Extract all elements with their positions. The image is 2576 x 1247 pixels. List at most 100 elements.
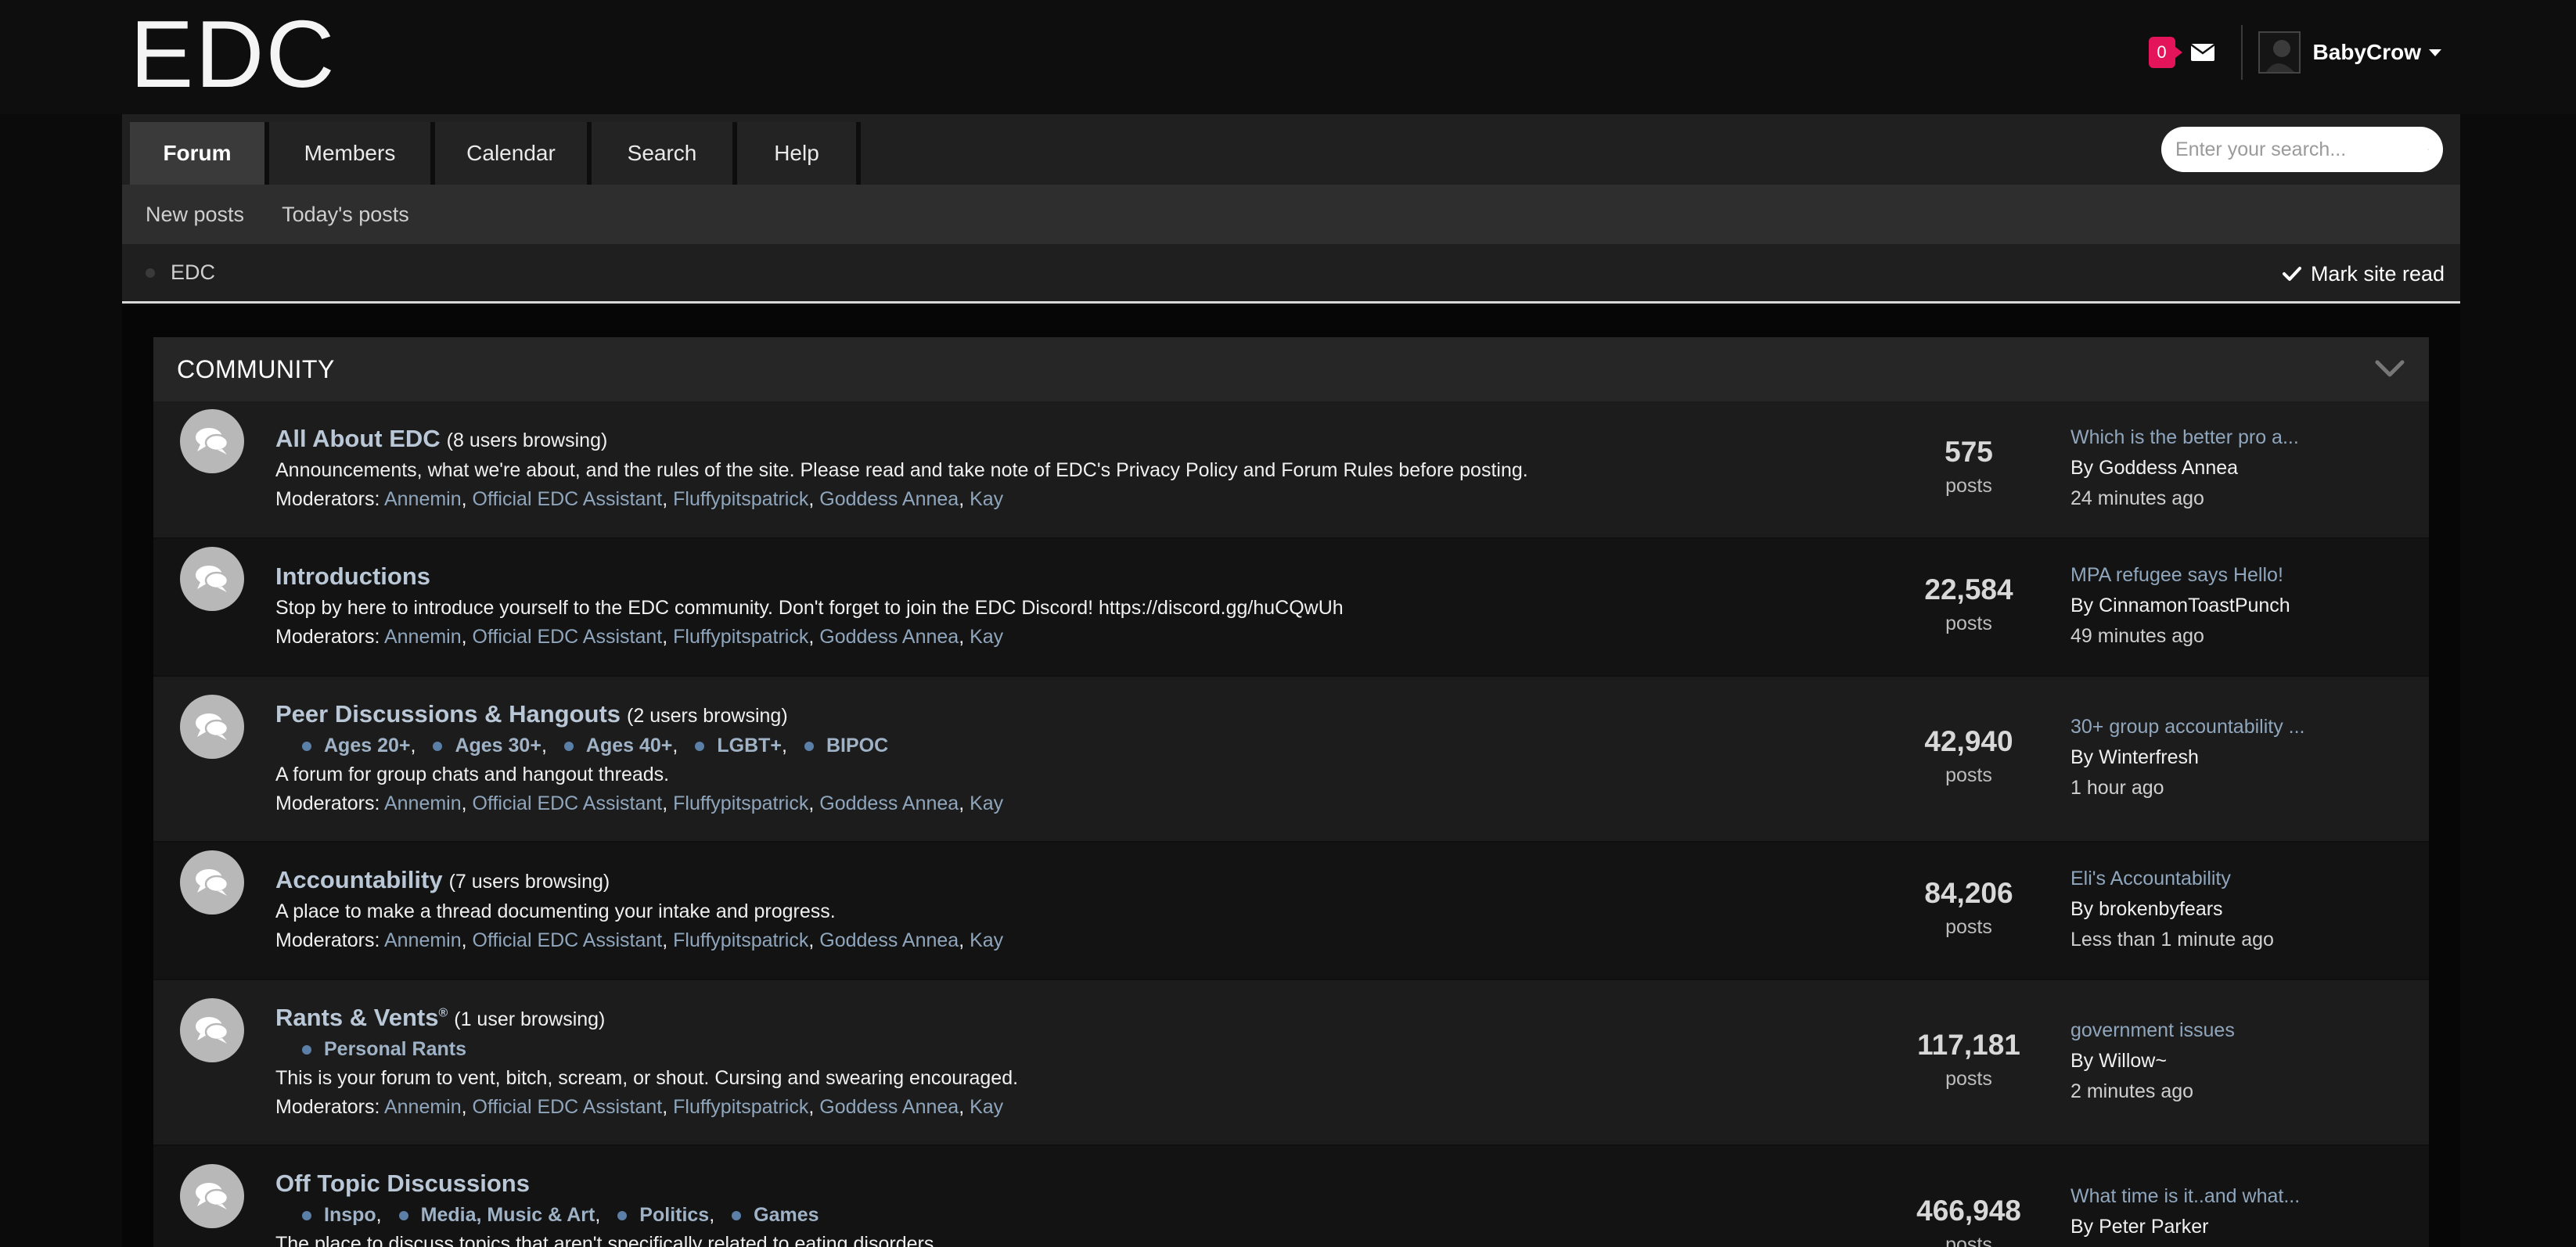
moderator-link[interactable]: Annemin [384, 1096, 462, 1118]
post-count-label: posts [1945, 1234, 1992, 1247]
moderator-link[interactable]: Official EDC Assistant [473, 1096, 663, 1118]
chevron-down-icon[interactable] [2374, 358, 2405, 379]
notification-badge[interactable]: 0 [2148, 37, 2182, 68]
sub-nav: New posts Today's posts [122, 185, 2460, 244]
forum-title-link[interactable]: Off Topic Discussions [275, 1170, 530, 1198]
breadcrumb-root[interactable]: EDC [171, 261, 215, 285]
moderator-link[interactable]: Fluffypitspatrick [673, 1096, 808, 1118]
tab-forum[interactable]: Forum [130, 122, 269, 185]
forum-title-link[interactable]: Introductions [275, 562, 430, 591]
last-post-title[interactable]: Which is the better pro a... [2071, 426, 2399, 449]
subforum-label: Games [754, 1204, 819, 1226]
tab-help[interactable]: Help [737, 122, 861, 185]
forum-title-link[interactable]: Peer Discussions & Hangouts [275, 700, 621, 728]
username[interactable]: BabyCrow [2313, 40, 2421, 65]
last-post-time: 2 minutes ago [2071, 1080, 2194, 1102]
last-post-author[interactable]: By CinnamonToastPunch [2071, 595, 2399, 617]
subforum-dot-icon [732, 1210, 742, 1220]
moderator-link[interactable]: Fluffypitspatrick [673, 626, 808, 648]
moderator-link[interactable]: Kay [970, 929, 1003, 951]
subforum-link[interactable]: Media, Music & Art, [398, 1204, 600, 1227]
post-count: 84,206 [1924, 877, 2013, 909]
forum-info: Introductions Stop by here to introduce y… [275, 562, 1787, 649]
site-logo[interactable]: EDC [130, 6, 336, 102]
last-post-time: 49 minutes ago [2071, 625, 2204, 647]
moderator-link[interactable]: Official EDC Assistant [473, 929, 663, 951]
moderator-link[interactable]: Kay [970, 792, 1003, 814]
post-count-label: posts [1945, 475, 1992, 497]
moderator-link[interactable]: Kay [970, 488, 1003, 510]
moderators-line: Moderators: Annemin, Official EDC Assist… [275, 929, 1004, 951]
post-count: 22,584 [1924, 573, 2013, 606]
moderator-link[interactable]: Fluffypitspatrick [673, 488, 808, 510]
moderator-link[interactable]: Goddess Annea [819, 792, 959, 814]
moderator-link[interactable]: Kay [970, 626, 1003, 648]
moderator-link[interactable]: Kay [970, 1096, 1003, 1118]
mark-site-read-button[interactable]: Mark site read [2282, 244, 2445, 304]
chevron-down-icon[interactable] [2429, 49, 2441, 56]
subforum-link[interactable]: Ages 30+, [433, 735, 547, 757]
forum-title-line: Peer Discussions & Hangouts (2 users brow… [275, 700, 1787, 728]
search-icon[interactable] [2427, 140, 2429, 159]
moderator-link[interactable]: Annemin [384, 488, 462, 510]
moderator-link[interactable]: Official EDC Assistant [473, 626, 663, 648]
subforum-dot-icon [433, 741, 443, 751]
last-post-title[interactable]: Eli's Accountability [2071, 868, 2399, 890]
subforum-link[interactable]: Politics, [617, 1204, 714, 1227]
last-post-author[interactable]: By Winterfresh [2071, 746, 2399, 769]
tab-members[interactable]: Members [269, 122, 435, 185]
moderator-link[interactable]: Goddess Annea [819, 929, 959, 951]
last-post-time: 1 hour ago [2071, 777, 2164, 799]
moderator-link[interactable]: Official EDC Assistant [473, 792, 663, 814]
forum-title-link[interactable]: All About EDC [275, 425, 441, 453]
forum-description: Stop by here to introduce yourself to th… [275, 597, 1344, 619]
last-post: 30+ group accountability ... By Winterfre… [2071, 716, 2399, 800]
forum-title-line: Introductions [275, 562, 1787, 591]
envelope-icon[interactable] [2190, 42, 2214, 63]
forum-info: Peer Discussions & Hangouts (2 users brow… [275, 700, 1787, 815]
chat-bubbles-icon [180, 850, 244, 915]
subforum-link[interactable]: Ages 20+, [302, 735, 416, 757]
last-post-author[interactable]: By Goddess Annea [2071, 457, 2399, 480]
subforum-link[interactable]: LGBT+, [695, 735, 787, 757]
tab-calendar[interactable]: Calendar [435, 122, 592, 185]
last-post: What time is it..and what... By Peter Par… [2071, 1185, 2399, 1246]
last-post-title[interactable]: government issues [2071, 1019, 2399, 1042]
last-post-title[interactable]: What time is it..and what... [2071, 1185, 2399, 1208]
moderator-link[interactable]: Official EDC Assistant [473, 488, 663, 510]
moderators-line: Moderators: Annemin, Official EDC Assist… [275, 792, 1004, 814]
last-post-author[interactable]: By Peter Parker [2071, 1216, 2399, 1238]
subforum-link[interactable]: Games [732, 1204, 819, 1227]
forum-title-link[interactable]: Rants & Vents® [275, 1004, 448, 1032]
tab-search[interactable]: Search [592, 122, 737, 185]
last-post-title[interactable]: 30+ group accountability ... [2071, 716, 2399, 738]
moderator-link[interactable]: Fluffypitspatrick [673, 792, 808, 814]
subforum-link[interactable]: Inspo, [302, 1204, 382, 1227]
last-post-author[interactable]: By Willow~ [2071, 1050, 2399, 1073]
subforum-link[interactable]: BIPOC [804, 735, 888, 757]
subforum-label: Personal Rants [324, 1038, 467, 1060]
subforum-dot-icon [302, 741, 311, 751]
moderator-link[interactable]: Fluffypitspatrick [673, 929, 808, 951]
forum-title-link[interactable]: Accountability [275, 866, 443, 894]
moderator-link[interactable]: Annemin [384, 792, 462, 814]
subnav-link-0[interactable]: New posts [146, 203, 244, 227]
breadcrumb: EDC Mark site read [122, 244, 2460, 304]
moderator-link[interactable]: Goddess Annea [819, 488, 959, 510]
moderator-link[interactable]: Annemin [384, 626, 462, 648]
user-avatar[interactable] [2258, 31, 2301, 74]
last-post-author[interactable]: By brokenbyfears [2071, 898, 2399, 921]
search-input[interactable] [2175, 138, 2427, 161]
moderator-link[interactable]: Goddess Annea [819, 626, 959, 648]
forum-title: Rants & Vents [275, 1004, 439, 1031]
moderator-link[interactable]: Annemin [384, 929, 462, 951]
forum-description: A forum for group chats and hangout thre… [275, 764, 670, 785]
subforum-label: Inspo [324, 1204, 376, 1226]
moderator-link[interactable]: Goddess Annea [819, 1096, 959, 1118]
subforum-link[interactable]: Personal Rants [302, 1038, 466, 1061]
subnav-link-1[interactable]: Today's posts [282, 203, 409, 227]
last-post-title[interactable]: MPA refugee says Hello! [2071, 564, 2399, 587]
subforum-dot-icon [563, 741, 574, 751]
home-icon[interactable] [146, 268, 155, 278]
subforum-link[interactable]: Ages 40+, [563, 735, 678, 757]
